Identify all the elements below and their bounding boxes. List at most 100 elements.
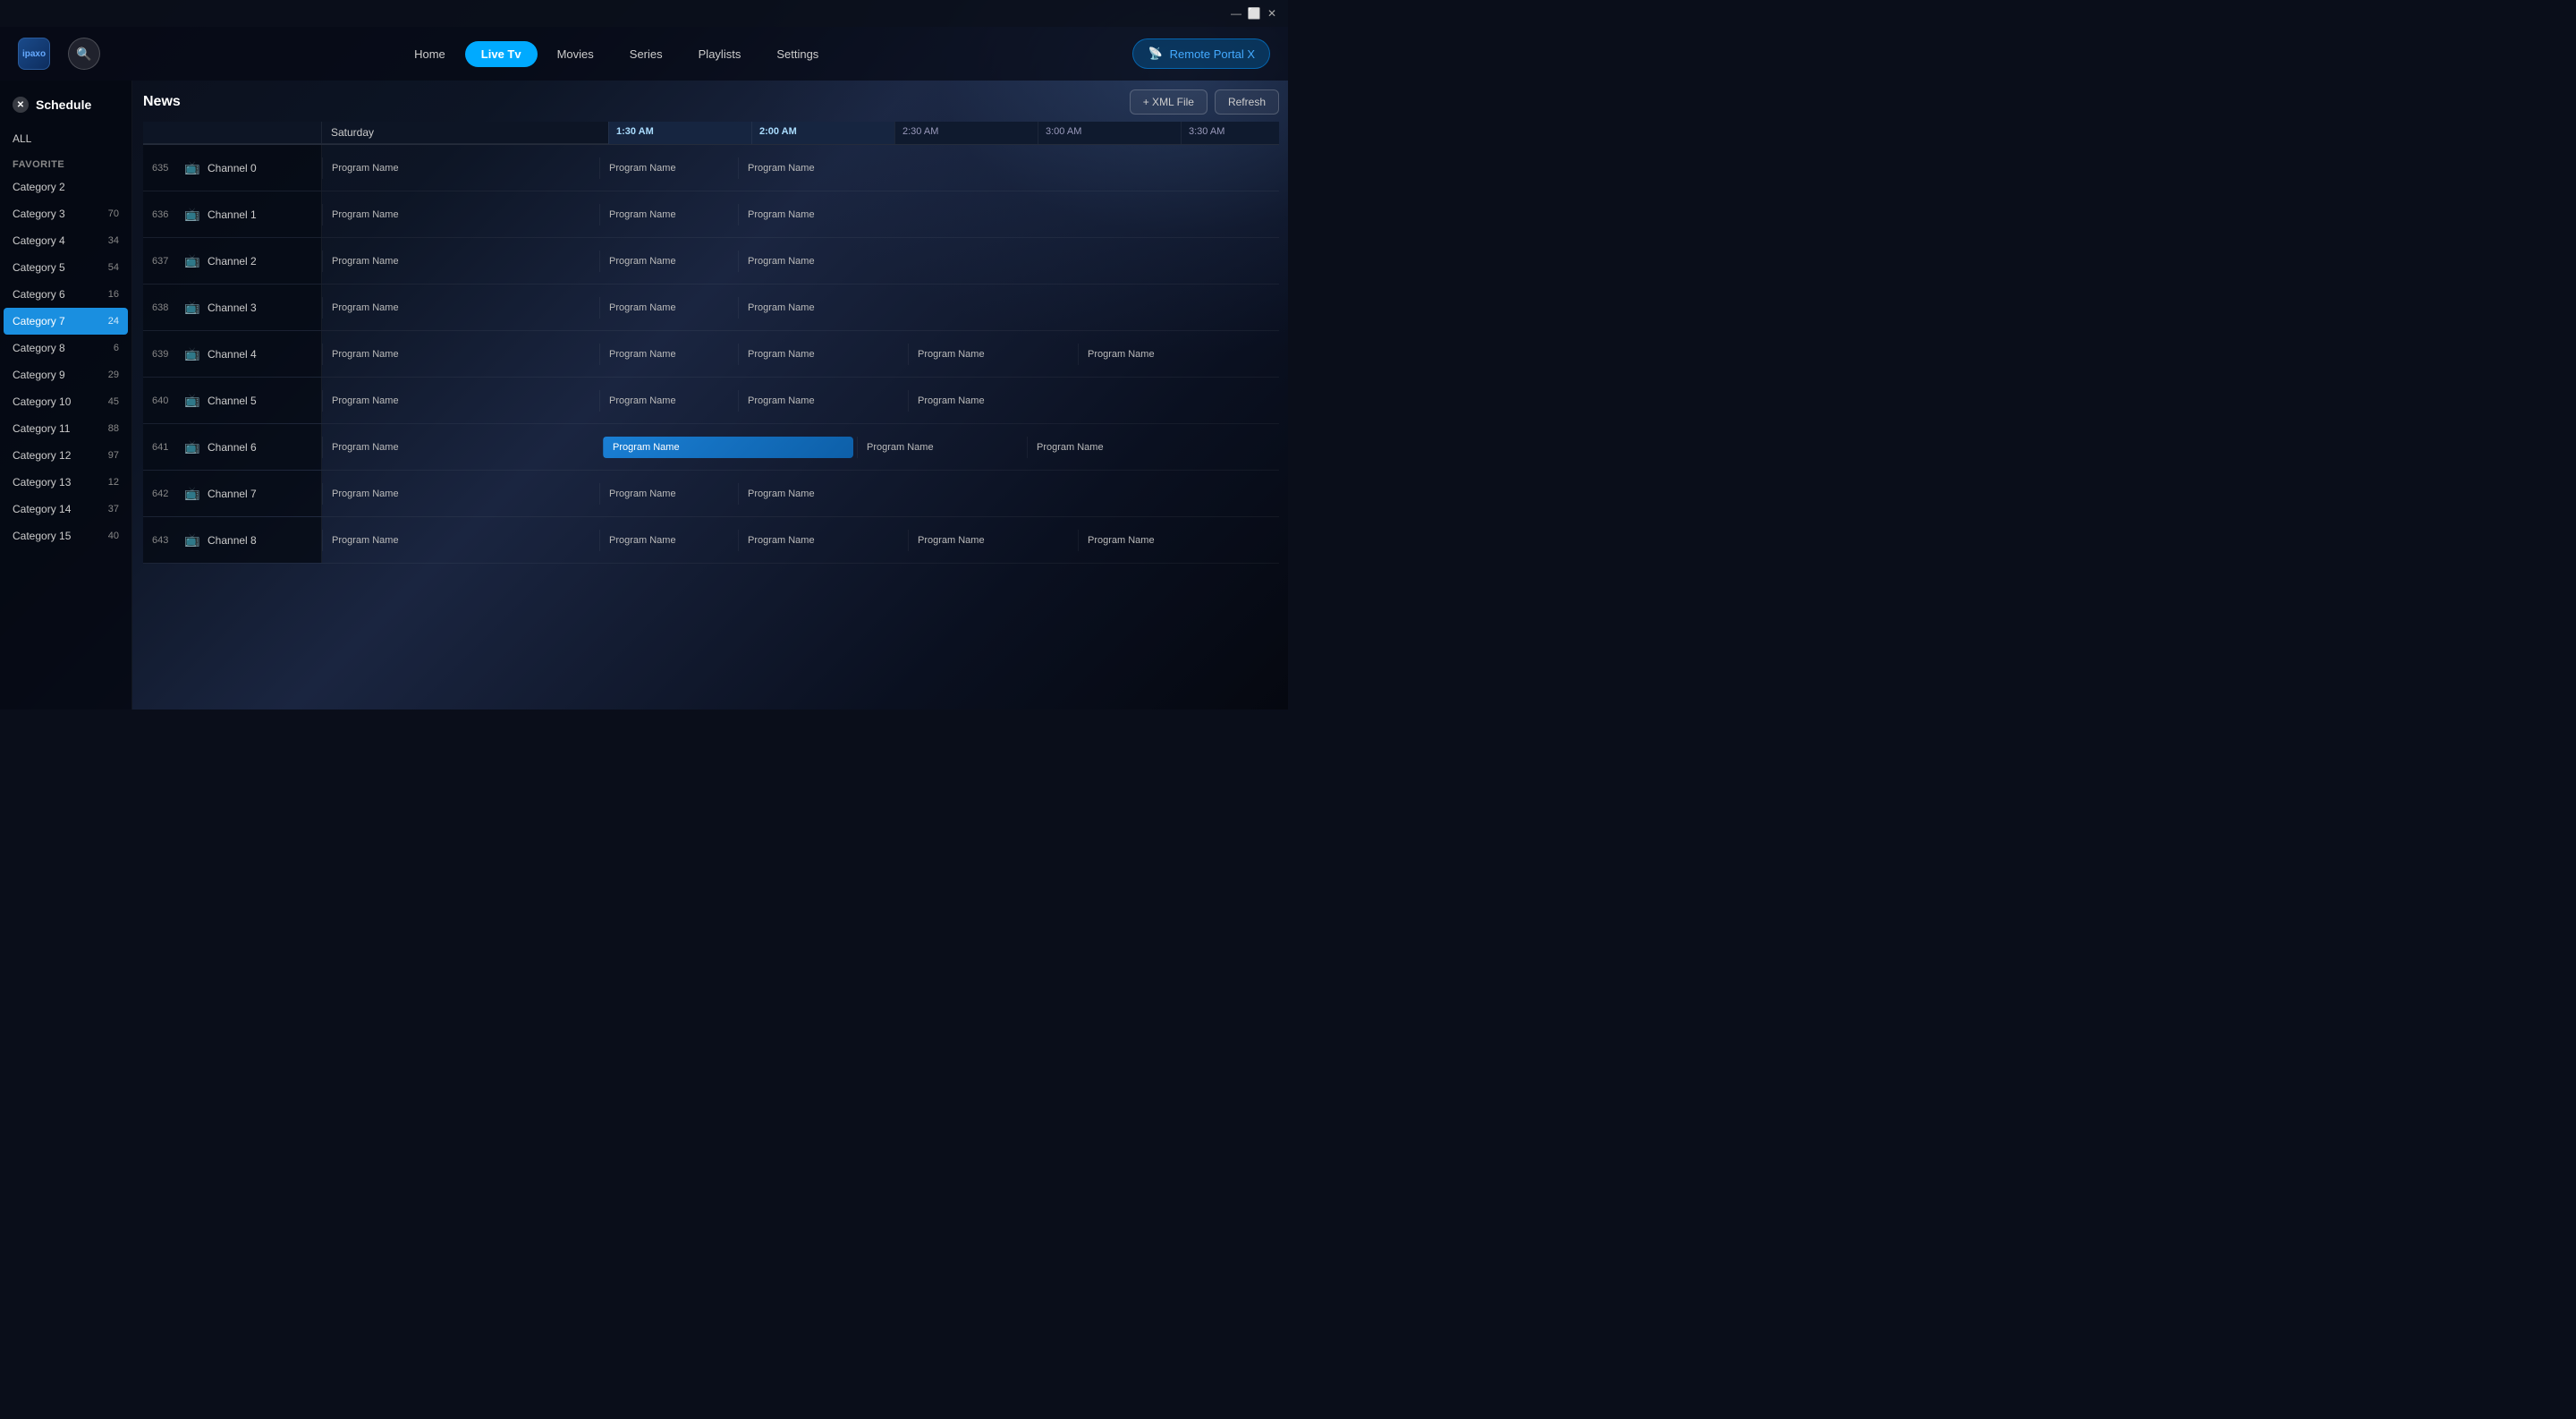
minimize-button[interactable]: — <box>1227 4 1245 22</box>
sidebar-item-category15[interactable]: Category 15 40 <box>0 523 131 549</box>
program-cell[interactable]: Program Name <box>738 251 908 272</box>
program-cell[interactable]: Program Name <box>908 390 1078 412</box>
sidebar-item-all[interactable]: ALL <box>0 125 131 152</box>
refresh-button[interactable]: Refresh <box>1215 89 1279 115</box>
program-cell[interactable]: Program Name <box>908 530 1078 551</box>
nav-movies[interactable]: Movies <box>541 41 610 67</box>
channel-info-643: 643 📺 Channel 8 <box>143 517 322 563</box>
sidebar-item-category2[interactable]: Category 2 <box>0 174 131 200</box>
timeline-wrapper[interactable]: Saturday 1:30 AM 2:00 AM 2:30 AM 3:00 AM… <box>143 122 1279 701</box>
channel-info-635: 635 📺 Channel 0 <box>143 145 322 191</box>
sidebar-item-category10[interactable]: Category 10 45 <box>0 388 131 415</box>
channel-col-header <box>143 122 322 144</box>
remote-icon: 📡 <box>1148 47 1162 61</box>
program-cell[interactable]: Program Name <box>738 204 908 225</box>
logo: ipaxo <box>18 38 50 70</box>
main-nav: Home Live Tv Movies Series Playlists Set… <box>109 41 1123 67</box>
schedule-top-bar: News + XML File Refresh <box>143 89 1279 115</box>
time-slot-300am: 3:00 AM <box>1038 122 1181 144</box>
highlighted-program-cell[interactable]: Program Name <box>603 437 853 458</box>
program-cell[interactable]: Program Name <box>599 251 738 272</box>
program-cell[interactable]: Program Name <box>738 483 908 505</box>
table-row: 636 📺 Channel 1 Program Name Program Nam… <box>143 191 1279 238</box>
program-cell[interactable]: Program Name <box>599 297 738 319</box>
search-button[interactable]: 🔍 <box>68 38 100 70</box>
program-cell[interactable]: Program Name <box>322 483 599 505</box>
table-row: 640 📺 Channel 5 Program Name Program Nam… <box>143 378 1279 424</box>
time-slot-230am: 2:30 AM <box>894 122 1038 144</box>
close-button[interactable]: ✕ <box>1263 4 1281 22</box>
sidebar: ✕ Schedule ALL FAVORITE Category 2 Categ… <box>0 81 132 710</box>
timeline-inner: Saturday 1:30 AM 2:00 AM 2:30 AM 3:00 AM… <box>143 122 1279 564</box>
sidebar-item-category13[interactable]: Category 13 12 <box>0 469 131 496</box>
sidebar-item-category11[interactable]: Category 11 88 <box>0 415 131 442</box>
program-cell[interactable]: Program Name <box>857 437 1027 458</box>
program-cell[interactable]: Program Name <box>322 437 599 458</box>
table-row: 635 📺 Channel 0 Program Name Program Nam… <box>143 145 1279 191</box>
program-cell[interactable]: Program Name <box>738 344 908 365</box>
program-cell[interactable]: Program Name <box>738 157 908 179</box>
program-cell[interactable]: Program Name <box>322 204 599 225</box>
program-cell[interactable]: Program Name <box>322 344 599 365</box>
table-row: 641 📺 Channel 6 Program Name Program Nam… <box>143 424 1279 471</box>
sidebar-item-category8[interactable]: Category 8 6 <box>0 335 131 361</box>
nav-series[interactable]: Series <box>614 41 679 67</box>
time-slot-130am: 1:30 AM <box>608 122 751 144</box>
program-cell[interactable]: Program Name <box>908 344 1078 365</box>
program-cell[interactable]: Program Name <box>738 390 908 412</box>
programs-row-635: Program Name Program Name Program Name <box>322 145 1279 191</box>
sidebar-item-category9[interactable]: Category 9 29 <box>0 361 131 388</box>
sidebar-item-category6[interactable]: Category 6 16 <box>0 281 131 308</box>
programs-row-640: Program Name Program Name Program Name P… <box>322 378 1279 423</box>
schedule-title: Schedule <box>36 98 91 112</box>
program-cell[interactable]: Program Name <box>1078 344 1248 365</box>
program-cell[interactable]: Program Name <box>599 390 738 412</box>
program-cell[interactable]: Program Name <box>599 157 738 179</box>
table-row: 638 📺 Channel 3 Program Name Program Nam… <box>143 285 1279 331</box>
channel-info-636: 636 📺 Channel 1 <box>143 191 322 237</box>
sidebar-item-category7[interactable]: Category 7 24 <box>4 308 128 335</box>
tv-icon: 📺 <box>184 346 200 361</box>
titlebar: — ⬜ ✕ <box>0 0 1288 27</box>
tv-icon: 📺 <box>184 207 200 222</box>
channel-info-637: 637 📺 Channel 2 <box>143 238 322 284</box>
program-cell[interactable]: Program Name <box>599 530 738 551</box>
sidebar-item-category4[interactable]: Category 4 34 <box>0 227 131 254</box>
sidebar-item-category12[interactable]: Category 12 97 <box>0 442 131 469</box>
schedule-content: News + XML File Refresh Saturday 1:30 AM… <box>132 81 1288 710</box>
tv-icon: 📺 <box>184 300 200 315</box>
main-content: ✕ Schedule ALL FAVORITE Category 2 Categ… <box>0 81 1288 710</box>
table-row: 639 📺 Channel 4 Program Name Program Nam… <box>143 331 1279 378</box>
tv-icon: 📺 <box>184 439 200 455</box>
program-cell[interactable]: Program Name <box>322 390 599 412</box>
nav-playlists[interactable]: Playlists <box>682 41 758 67</box>
nav-live-tv[interactable]: Live Tv <box>465 41 538 67</box>
schedule-close-button[interactable]: ✕ <box>13 97 29 113</box>
program-cell[interactable]: Program Name <box>322 530 599 551</box>
program-cell[interactable]: Program Name <box>1027 437 1197 458</box>
program-cell[interactable]: Program Name <box>1078 530 1248 551</box>
nav-home[interactable]: Home <box>398 41 462 67</box>
xml-file-button[interactable]: + XML File <box>1130 89 1208 115</box>
remote-portal-button[interactable]: 📡 Remote Portal X <box>1132 38 1270 69</box>
program-cell[interactable]: Program Name <box>738 297 908 319</box>
programs-row-643: Program Name Program Name Program Name P… <box>322 517 1279 563</box>
program-cell[interactable]: Program Name <box>599 344 738 365</box>
sidebar-item-category14[interactable]: Category 14 37 <box>0 496 131 523</box>
table-row: 637 📺 Channel 2 Program Name Program Nam… <box>143 238 1279 285</box>
program-cell[interactable]: Program Name <box>322 157 599 179</box>
maximize-button[interactable]: ⬜ <box>1245 4 1263 22</box>
program-cell[interactable]: Program Name <box>599 483 738 505</box>
sidebar-item-category3[interactable]: Category 3 70 <box>0 200 131 227</box>
program-cell[interactable]: Program Name <box>738 530 908 551</box>
program-cell[interactable]: Program Name <box>322 251 599 272</box>
nav-settings[interactable]: Settings <box>760 41 835 67</box>
program-cell[interactable]: Program Name <box>599 204 738 225</box>
sidebar-item-category5[interactable]: Category 5 54 <box>0 254 131 281</box>
program-cell[interactable]: Program Name <box>322 297 599 319</box>
time-slot-330am: 3:30 AM <box>1181 122 1279 144</box>
schedule-section-title: News <box>143 94 181 110</box>
time-slot-200am: 2:00 AM <box>751 122 894 144</box>
tv-icon: 📺 <box>184 393 200 408</box>
channel-info-640: 640 📺 Channel 5 <box>143 378 322 423</box>
